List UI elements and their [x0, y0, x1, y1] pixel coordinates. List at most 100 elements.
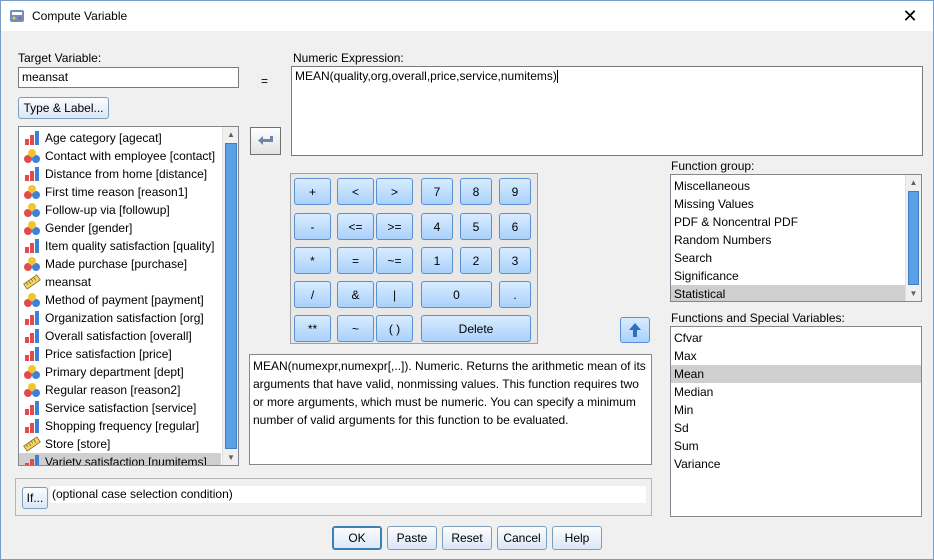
- calc-key[interactable]: 6: [499, 213, 531, 240]
- function-item[interactable]: Mean: [671, 365, 921, 383]
- variable-label: Gender [gender]: [45, 221, 133, 235]
- variable-item[interactable]: Method of payment [payment]: [19, 291, 221, 309]
- calc-key[interactable]: 4: [421, 213, 453, 240]
- calc-key[interactable]: 7: [421, 178, 453, 205]
- variable-item[interactable]: Shopping frequency [regular]: [19, 417, 221, 435]
- functions-items: Cfvar Max Mean Median Min Sd Sum Variance: [671, 329, 921, 473]
- variable-label: Primary department [dept]: [45, 365, 184, 379]
- scroll-down-icon[interactable]: ▼: [223, 450, 238, 465]
- calc-key[interactable]: 0: [421, 281, 492, 308]
- calc-key[interactable]: <: [337, 178, 374, 205]
- calc-key[interactable]: ( ): [376, 315, 413, 342]
- variable-item[interactable]: Follow-up via [followup]: [19, 201, 221, 219]
- variable-item[interactable]: Overall satisfaction [overall]: [19, 327, 221, 345]
- variable-item[interactable]: Organization satisfaction [org]: [19, 309, 221, 327]
- close-button[interactable]: ✕: [887, 1, 933, 31]
- function-group-item[interactable]: Statistical: [671, 285, 905, 301]
- variable-item[interactable]: Regular reason [reason2]: [19, 381, 221, 399]
- calc-key[interactable]: 3: [499, 247, 531, 274]
- variable-item[interactable]: Price satisfaction [price]: [19, 345, 221, 363]
- calc-key[interactable]: <=: [337, 213, 374, 240]
- insert-function-button[interactable]: [620, 317, 650, 343]
- nominal-icon: [23, 364, 41, 380]
- calc-key[interactable]: Delete: [421, 315, 531, 342]
- if-button[interactable]: If...: [22, 487, 48, 509]
- function-group-item[interactable]: Significance: [671, 267, 905, 285]
- calc-key[interactable]: 5: [460, 213, 492, 240]
- variable-item[interactable]: Item quality satisfaction [quality]: [19, 237, 221, 255]
- functions-list[interactable]: Cfvar Max Mean Median Min Sd Sum Variance: [670, 326, 922, 517]
- function-group-item[interactable]: Missing Values: [671, 195, 905, 213]
- function-group-item[interactable]: Random Numbers: [671, 231, 905, 249]
- scroll-up-icon[interactable]: ▲: [906, 175, 921, 190]
- help-button[interactable]: Help: [552, 526, 602, 550]
- reset-button[interactable]: Reset: [442, 526, 492, 550]
- calc-key[interactable]: *: [294, 247, 331, 274]
- calc-key[interactable]: **: [294, 315, 331, 342]
- ordinal-icon: [23, 328, 41, 344]
- calc-key[interactable]: =: [337, 247, 374, 274]
- function-group-item[interactable]: Search: [671, 249, 905, 267]
- variable-item[interactable]: Primary department [dept]: [19, 363, 221, 381]
- function-description: MEAN(numexpr,numexpr[,..]). Numeric. Ret…: [249, 354, 652, 465]
- calc-key[interactable]: ~=: [376, 247, 413, 274]
- variable-item[interactable]: Age category [agecat]: [19, 129, 221, 147]
- scroll-thumb[interactable]: [225, 143, 237, 449]
- variable-item[interactable]: Service satisfaction [service]: [19, 399, 221, 417]
- calc-key[interactable]: 1: [421, 247, 453, 274]
- function-item[interactable]: Cfvar: [671, 329, 921, 347]
- calc-key[interactable]: -: [294, 213, 331, 240]
- function-group-item[interactable]: PDF & Noncentral PDF: [671, 213, 905, 231]
- paste-button[interactable]: Paste: [387, 526, 437, 550]
- calc-key[interactable]: ~: [337, 315, 374, 342]
- function-item[interactable]: Sum: [671, 437, 921, 455]
- calc-key[interactable]: 9: [499, 178, 531, 205]
- variable-list-scrollbar[interactable]: ▲ ▼: [222, 127, 238, 465]
- variable-item[interactable]: Store [store]: [19, 435, 221, 453]
- calc-key[interactable]: |: [376, 281, 413, 308]
- function-item[interactable]: Min: [671, 401, 921, 419]
- function-item[interactable]: Median: [671, 383, 921, 401]
- functions-label: Functions and Special Variables:: [671, 311, 845, 325]
- variable-list[interactable]: Age category [agecat] Contact with employ…: [18, 126, 239, 466]
- calc-key[interactable]: >: [376, 178, 413, 205]
- if-condition-panel: If... (optional case selection condition…: [15, 478, 652, 516]
- variable-item[interactable]: Gender [gender]: [19, 219, 221, 237]
- function-group-scrollbar[interactable]: ▲ ▼: [905, 175, 921, 301]
- variable-list-items: Age category [agecat] Contact with employ…: [19, 129, 221, 465]
- ok-button[interactable]: OK: [332, 526, 382, 550]
- variable-item[interactable]: Variety satisfaction [numitems]: [19, 453, 221, 465]
- variable-item[interactable]: Distance from home [distance]: [19, 165, 221, 183]
- function-item[interactable]: Sd: [671, 419, 921, 437]
- nominal-icon: [23, 382, 41, 398]
- title-bar: Compute Variable ✕: [1, 1, 933, 31]
- calc-key[interactable]: 8: [460, 178, 492, 205]
- arrow-left-icon: [257, 136, 273, 145]
- calc-key[interactable]: 2: [460, 247, 492, 274]
- scroll-thumb[interactable]: [908, 191, 919, 285]
- variable-item[interactable]: Made purchase [purchase]: [19, 255, 221, 273]
- variable-item[interactable]: meansat: [19, 273, 221, 291]
- move-to-expression-button[interactable]: [250, 127, 281, 155]
- scroll-down-icon[interactable]: ▼: [906, 286, 921, 301]
- function-group-list[interactable]: Miscellaneous Missing Values PDF & Noncent…: [670, 174, 922, 302]
- calc-key[interactable]: .: [499, 281, 531, 308]
- calc-key[interactable]: /: [294, 281, 331, 308]
- calc-key[interactable]: +: [294, 178, 331, 205]
- ordinal-icon: [23, 238, 41, 254]
- variable-item[interactable]: Contact with employee [contact]: [19, 147, 221, 165]
- numeric-expression-input[interactable]: MEAN(quality,org,overall,price,service,n…: [291, 66, 923, 156]
- function-item[interactable]: Variance: [671, 455, 921, 473]
- numeric-expression-label: Numeric Expression:: [293, 51, 404, 65]
- calc-key[interactable]: >=: [376, 213, 413, 240]
- type-label-button[interactable]: Type & Label...: [18, 97, 109, 119]
- function-item[interactable]: Max: [671, 347, 921, 365]
- calc-key[interactable]: &: [337, 281, 374, 308]
- variable-item[interactable]: First time reason [reason1]: [19, 183, 221, 201]
- scroll-up-icon[interactable]: ▲: [223, 127, 238, 142]
- function-group-item[interactable]: Miscellaneous: [671, 177, 905, 195]
- target-variable-input[interactable]: meansat: [18, 67, 239, 88]
- variable-label: Distance from home [distance]: [45, 167, 208, 181]
- cancel-button[interactable]: Cancel: [497, 526, 547, 550]
- variable-label: Follow-up via [followup]: [45, 203, 170, 217]
